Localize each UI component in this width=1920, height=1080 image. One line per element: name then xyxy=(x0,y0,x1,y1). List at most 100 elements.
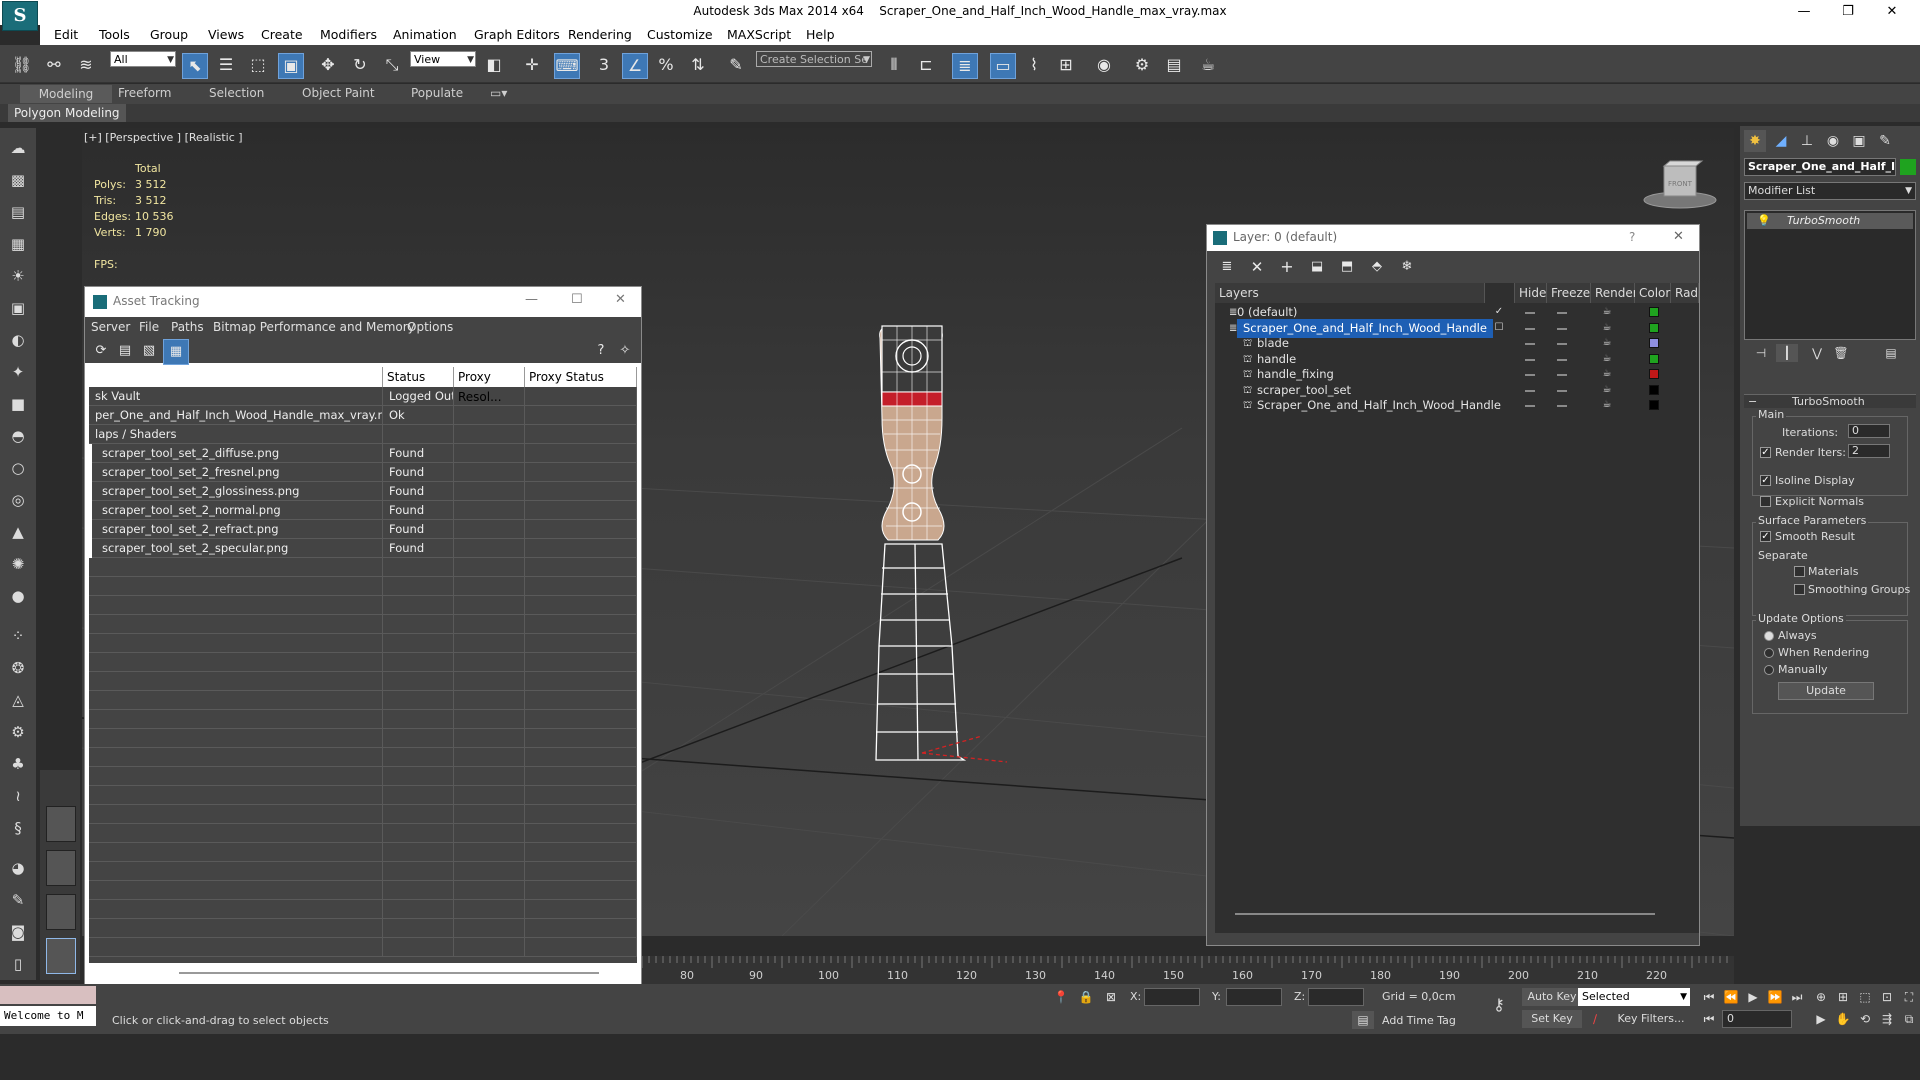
table-row[interactable]: per_One_and_Half_Inch_Wood_Handle_max_vr… xyxy=(89,406,637,425)
menu-create[interactable]: Create xyxy=(261,27,303,42)
next-frame-icon[interactable]: ⏩ xyxy=(1764,988,1786,1006)
edit-named-selection-icon[interactable]: ✎ xyxy=(724,53,748,77)
table-row[interactable]: scraper_tool_set_2_fresnel.png Found xyxy=(89,463,637,482)
maximize-button[interactable]: ☐ xyxy=(571,292,583,307)
play-icon[interactable]: ▶ xyxy=(1742,988,1764,1006)
freeze-toggle[interactable] xyxy=(1557,374,1567,376)
window-crossing-icon[interactable]: ▣ xyxy=(278,53,304,79)
bind-spacewarp-icon[interactable]: ≋ xyxy=(74,53,98,77)
render-sphere-icon[interactable]: ◕ xyxy=(6,856,30,880)
show-end-result-icon[interactable]: ┃ xyxy=(1776,344,1798,362)
table-row[interactable] xyxy=(89,710,637,729)
key-mode-dropdown[interactable]: Selected ▼ xyxy=(1578,988,1690,1006)
layer-row[interactable]: ⛫ Scraper_One_and_Half_Inch_Wood_Handle ☕ xyxy=(1215,396,1699,415)
material-editor-icon[interactable]: ◉ xyxy=(1092,53,1116,77)
pan-icon[interactable]: ✋ xyxy=(1832,1010,1854,1028)
table-row[interactable]: laps / Shaders xyxy=(89,425,637,444)
render-teapot-icon[interactable]: ☕ xyxy=(1601,337,1613,349)
table-row[interactable] xyxy=(89,615,637,634)
table-row[interactable] xyxy=(89,748,637,767)
pivot-icon[interactable]: ◧ xyxy=(482,53,506,77)
menu-group[interactable]: Group xyxy=(150,27,188,42)
field-of-view-icon[interactable]: ▶ xyxy=(1810,1010,1832,1028)
table-row[interactable] xyxy=(89,653,637,672)
gear-icon[interactable]: ⚙ xyxy=(6,720,30,744)
mirror-icon[interactable]: ⫴ xyxy=(882,53,906,77)
layout-thumb[interactable] xyxy=(46,806,76,842)
utilities-tab-icon[interactable]: ✎ xyxy=(1874,130,1896,152)
tab-modeling[interactable]: Modeling xyxy=(20,85,112,103)
freeze-toggle[interactable] xyxy=(1557,358,1567,361)
render-setup-icon[interactable]: ⚙ xyxy=(1130,53,1154,77)
tab-populate[interactable]: Populate xyxy=(411,86,463,100)
goto-start-icon[interactable]: ⏮ xyxy=(1698,988,1720,1006)
collapse-icon[interactable]: − xyxy=(1748,395,1757,408)
create-layer-icon[interactable]: ≣ xyxy=(1215,255,1239,279)
lightbulb-icon[interactable]: 💡 xyxy=(1757,213,1771,229)
freeze-toggle[interactable] xyxy=(1557,389,1567,392)
prev-frame-icon[interactable]: ⏪ xyxy=(1720,988,1742,1006)
key-mode-toggle-icon[interactable]: ⏮ xyxy=(1698,1010,1720,1028)
make-unique-icon[interactable]: ⋁ xyxy=(1806,344,1828,362)
material-icon[interactable]: ◙ xyxy=(6,920,30,944)
speaker-icon[interactable]: ◐ xyxy=(6,328,30,352)
freeze-toggle[interactable] xyxy=(1557,312,1567,314)
smooth-result-checkbox[interactable]: ✓ xyxy=(1760,531,1771,542)
tab-polygon-modeling[interactable]: Polygon Modeling xyxy=(8,104,126,122)
key-filters-button[interactable]: Key Filters... xyxy=(1612,1010,1690,1028)
table-view-icon[interactable]: ▦ xyxy=(163,339,189,365)
close-button[interactable]: ✕ xyxy=(1673,229,1684,244)
render-teapot-icon[interactable]: ☕ xyxy=(1601,399,1613,411)
sphere-icon[interactable]: ○ xyxy=(6,456,30,480)
menu-file[interactable]: File xyxy=(139,320,159,334)
layer-hscroll-thumb[interactable] xyxy=(1235,913,1655,915)
table-row[interactable] xyxy=(89,843,637,862)
align-icon[interactable]: ⊏ xyxy=(914,53,938,77)
shape-icon[interactable]: ◬ xyxy=(6,688,30,712)
col-render-header[interactable]: Render xyxy=(1591,283,1638,303)
layer-name[interactable]: Scraper_One_and_Half_Inch_Wood_Handle xyxy=(1257,396,1501,415)
isoline-checkbox[interactable]: ✓ xyxy=(1760,475,1771,486)
rollout-header[interactable]: − TurboSmooth xyxy=(1744,394,1916,408)
pin-stack-icon[interactable]: ⊣ xyxy=(1750,344,1772,362)
update-button[interactable]: Update xyxy=(1778,682,1874,700)
manipulate-icon[interactable]: ✛ xyxy=(520,53,544,77)
minimize-button[interactable]: — xyxy=(525,292,538,307)
rect-selection-icon[interactable]: ⬚ xyxy=(246,53,270,77)
menu-help[interactable]: Help xyxy=(806,27,835,42)
col-freeze-header[interactable]: Freeze xyxy=(1547,283,1591,303)
create-tab-icon[interactable]: ✸ xyxy=(1744,130,1766,152)
percent-snap-icon[interactable]: % xyxy=(654,53,678,77)
keyboard-shortcut-icon[interactable]: ⌨ xyxy=(554,53,580,79)
layer-color-swatch[interactable] xyxy=(1649,353,1659,364)
hide-toggle[interactable] xyxy=(1525,374,1535,376)
col-status-header[interactable]: Status xyxy=(383,367,454,387)
schematic-view-icon[interactable]: ⊞ xyxy=(1054,53,1078,77)
list-icon[interactable]: ▤ xyxy=(6,200,30,224)
hierarchy-tab-icon[interactable]: ⊥ xyxy=(1796,130,1818,152)
hide-toggle[interactable] xyxy=(1525,312,1535,314)
orbit-icon[interactable]: ⟲ xyxy=(1854,1010,1876,1028)
ref-coord-dropdown[interactable]: View ▼ xyxy=(410,51,476,67)
table-row[interactable]: sk VaultLogged Out ... xyxy=(89,387,637,406)
display-tab-icon[interactable]: ▣ xyxy=(1848,130,1870,152)
current-layer-marker[interactable] xyxy=(1493,399,1505,411)
help-button[interactable]: ? xyxy=(1629,230,1635,244)
current-layer-marker[interactable] xyxy=(1493,353,1505,365)
box-icon[interactable]: ■ xyxy=(6,392,30,416)
select-object-icon[interactable]: ⬉ xyxy=(182,53,208,79)
cone-icon[interactable]: ▲ xyxy=(6,520,30,544)
gold-sphere-icon[interactable]: ● xyxy=(6,584,30,608)
x-field[interactable] xyxy=(1144,988,1200,1006)
tab-object-paint[interactable]: Object Paint xyxy=(302,86,375,100)
hide-toggle[interactable] xyxy=(1525,405,1535,407)
iterations-spinner[interactable]: 0 xyxy=(1848,424,1890,438)
table-row[interactable]: scraper_tool_set_2_normal.png Found xyxy=(89,501,637,520)
render-teapot-icon[interactable]: ☕ xyxy=(1601,368,1613,380)
sun-icon[interactable]: ✺ xyxy=(6,552,30,576)
col-color-header[interactable]: Color xyxy=(1635,283,1671,303)
hide-toggle[interactable] xyxy=(1525,343,1535,345)
particles-icon[interactable]: ⁘ xyxy=(6,624,30,648)
current-layer-marker[interactable] xyxy=(1493,368,1505,380)
rendered-frame-icon[interactable]: ▤ xyxy=(1162,53,1186,77)
